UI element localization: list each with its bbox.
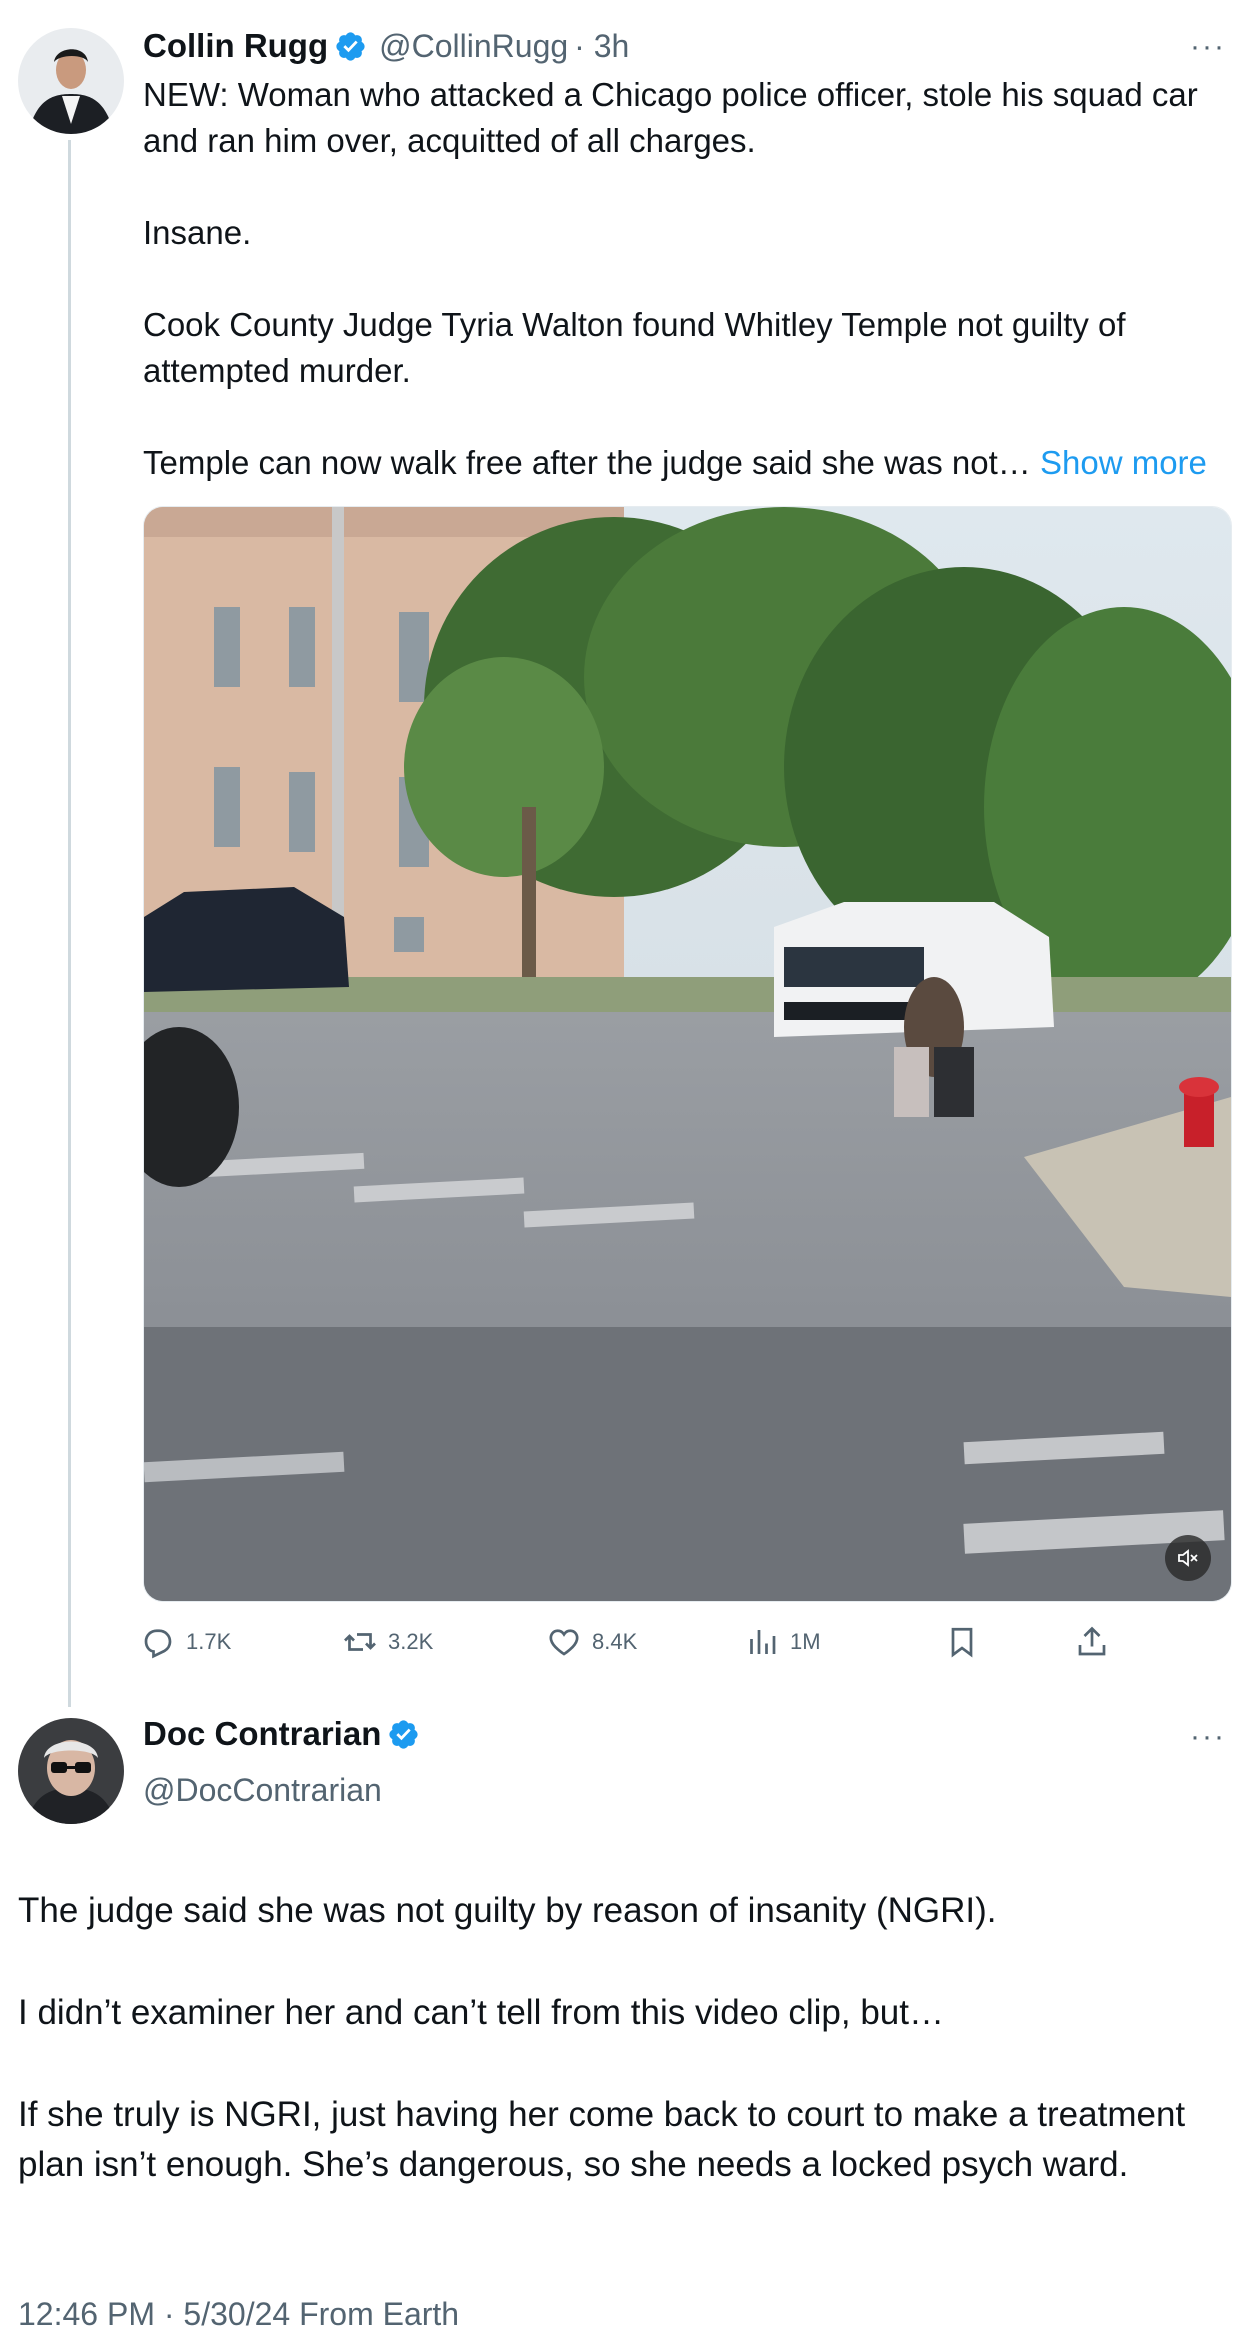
reply-text-p3: If she truly is NGRI, just having her co… <box>18 2095 1195 2184</box>
like-count: 8.4K <box>592 1629 638 1654</box>
tweet-header: Collin Rugg @CollinRugg · 3h <box>143 24 629 68</box>
reply-timestamp[interactable]: 12:46 PM · 5/30/24 From Earth <box>18 2296 459 2333</box>
repost-icon <box>344 1633 376 1651</box>
views-icon <box>750 1630 776 1654</box>
reply-action[interactable]: 1.7K <box>140 1622 231 1662</box>
show-more-link[interactable]: Show more <box>1040 444 1207 481</box>
mute-button[interactable] <box>1165 1535 1211 1581</box>
tweet-text-p2: Insane. <box>143 214 252 251</box>
share-action[interactable] <box>1074 1622 1110 1662</box>
tweet-text-p1: NEW: Woman who attacked a Chicago police… <box>143 76 1207 159</box>
views-count: 1M <box>790 1629 821 1654</box>
reply-author-handle[interactable]: @DocContrarian <box>143 1772 382 1809</box>
like-icon <box>549 1629 579 1656</box>
tweet-video[interactable] <box>143 506 1232 1602</box>
tweet-text-truncated: Temple can now walk free after the judge… <box>143 444 1031 481</box>
author-avatar[interactable] <box>18 28 124 134</box>
bookmark-action[interactable] <box>944 1622 980 1662</box>
tweet-time[interactable]: · 3h <box>574 28 629 65</box>
like-action[interactable]: 8.4K <box>546 1622 637 1662</box>
avatar-image <box>18 1718 124 1824</box>
reply-author-avatar[interactable] <box>18 1718 124 1824</box>
bookmark-icon <box>951 1627 973 1658</box>
reply-icon <box>144 1629 172 1659</box>
views-action[interactable]: 1M <box>744 1622 821 1662</box>
tweet-text-p3: Cook County Judge Tyria Walton found Whi… <box>143 306 1135 389</box>
avatar-image <box>18 28 124 134</box>
verified-badge-icon <box>389 1719 418 1749</box>
mute-icon <box>1178 1549 1198 1567</box>
reply-text-p1: The judge said she was not guilty by rea… <box>18 1891 997 1930</box>
repost-count: 3.2K <box>388 1629 434 1654</box>
reply-header: Doc Contrarian <box>143 1712 420 1756</box>
author-name[interactable]: Collin Rugg <box>143 27 328 65</box>
reply-more-icon[interactable]: ··· <box>1190 1720 1226 1754</box>
repost-action[interactable]: 3.2K <box>342 1622 433 1662</box>
reply-author-name[interactable]: Doc Contrarian <box>143 1715 381 1753</box>
more-icon[interactable]: ··· <box>1190 30 1226 64</box>
verified-badge-icon <box>336 31 365 61</box>
author-handle[interactable]: @CollinRugg <box>379 28 568 65</box>
share-icon <box>1078 1626 1106 1656</box>
video-frame <box>144 507 1231 1601</box>
reply-text-p2: I didn’t examiner her and can’t tell fro… <box>18 1993 944 2032</box>
reply-count: 1.7K <box>186 1629 232 1654</box>
tweet-text-p4: Temple can now walk free after the judge… <box>143 440 1243 486</box>
thread-line <box>68 140 71 1707</box>
